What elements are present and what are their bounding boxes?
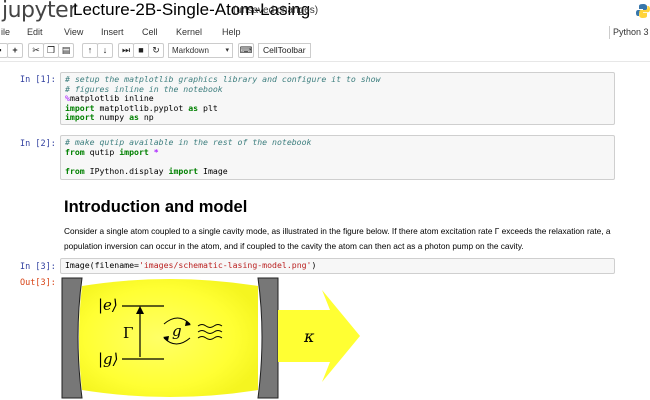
menu-insert[interactable]: Insert — [101, 27, 124, 37]
menu-view[interactable]: View — [64, 27, 83, 37]
input-prompt-3: In [3]: — [20, 262, 56, 272]
plus-icon: + — [12, 45, 18, 55]
jupyter-logo[interactable]: jupyter — [2, 0, 77, 23]
menu-kernel[interactable]: Kernel — [176, 27, 202, 37]
save-status: (unsaved changes) — [233, 5, 319, 16]
menu-file[interactable]: ile — [1, 27, 10, 37]
notebook-header: jupyter Lecture-2B-Single-Atom-Lasing (u… — [0, 0, 650, 24]
paste-button[interactable]: ▤ — [58, 43, 74, 58]
notebook-area: In [1]: # setup the matplotlib graphics … — [0, 62, 650, 400]
section-paragraph: Consider a single atom coupled to a sing… — [64, 226, 611, 251]
menu-cell[interactable]: Cell — [142, 27, 158, 37]
gamma-label: Γ — [123, 324, 133, 342]
menu-help[interactable]: Help — [222, 27, 241, 37]
arrow-up-icon: ↑ — [87, 45, 93, 55]
coupling-label: g — [172, 322, 182, 340]
output-prompt-3: Out[3]: — [20, 278, 56, 288]
code-cell-3[interactable]: Image(filename='images/schematic-lasing-… — [60, 258, 615, 274]
stop-icon: ■ — [138, 45, 144, 55]
code-line: import numpy as np — [65, 112, 154, 122]
copy-icon: ❐ — [46, 45, 56, 55]
cut-button[interactable]: ✂ — [28, 43, 44, 58]
paste-icon: ▤ — [61, 45, 71, 55]
kernel-separator — [609, 26, 610, 39]
celltoolbar-button[interactable]: CellToolbar — [258, 43, 311, 58]
code-line: from IPython.display import Image — [65, 165, 228, 176]
menu-bar: ile Edit View Insert Cell Kernel Help Py… — [0, 24, 650, 43]
output-beam-arrow — [278, 290, 360, 382]
code-cell-2[interactable]: # make qutip available in the rest of th… — [60, 135, 615, 180]
kernel-indicator: Python 3 — [613, 27, 649, 37]
input-prompt-1: In [1]: — [20, 75, 56, 85]
python-logo-icon — [636, 4, 650, 18]
cell-type-select[interactable]: Markdown ▾ — [168, 43, 233, 58]
code-line: from qutip import * — [65, 146, 159, 157]
move-up-button[interactable]: ↑ — [82, 43, 98, 58]
right-mirror — [257, 277, 279, 399]
refresh-icon: ↻ — [152, 45, 160, 55]
command-palette-button[interactable]: ⌨ — [238, 43, 254, 58]
input-prompt-2: In [2]: — [20, 139, 56, 149]
step-forward-icon: ⏭ — [121, 45, 131, 55]
code-cell-1[interactable]: # setup the matplotlib graphics library … — [60, 72, 615, 125]
section-heading: Introduction and model — [64, 198, 248, 216]
kappa-label: κ — [303, 327, 315, 346]
interrupt-button[interactable]: ■ — [133, 43, 149, 58]
code-line: Image(filename='images/schematic-lasing-… — [65, 260, 317, 270]
scissors-icon: ✂ — [32, 45, 40, 55]
cell-type-value: Markdown — [172, 46, 209, 55]
caret-down-icon: ▾ — [225, 47, 229, 54]
keyboard-icon: ⌨ — [239, 45, 253, 55]
arrow-down-icon: ↓ — [102, 45, 108, 55]
restart-button[interactable]: ↻ — [148, 43, 164, 58]
run-button[interactable]: ⏭ — [118, 43, 134, 58]
copy-button[interactable]: ❐ — [43, 43, 59, 58]
ground-state-label: |g⟩ — [98, 350, 119, 368]
save-icon: ▪ — [0, 45, 2, 55]
excited-state-label: |e⟩ — [98, 296, 118, 314]
move-down-button[interactable]: ↓ — [97, 43, 113, 58]
toolbar: ▪ + ✂ ❐ ▤ ↑ ↓ ⏭ ■ ↻ Markdown ▾ ⌨ CellToo… — [0, 42, 650, 62]
add-cell-button[interactable]: + — [7, 43, 23, 58]
menu-edit[interactable]: Edit — [27, 27, 43, 37]
lasing-schematic-figure: |e⟩ |g⟩ Γ g κ — [61, 277, 360, 399]
